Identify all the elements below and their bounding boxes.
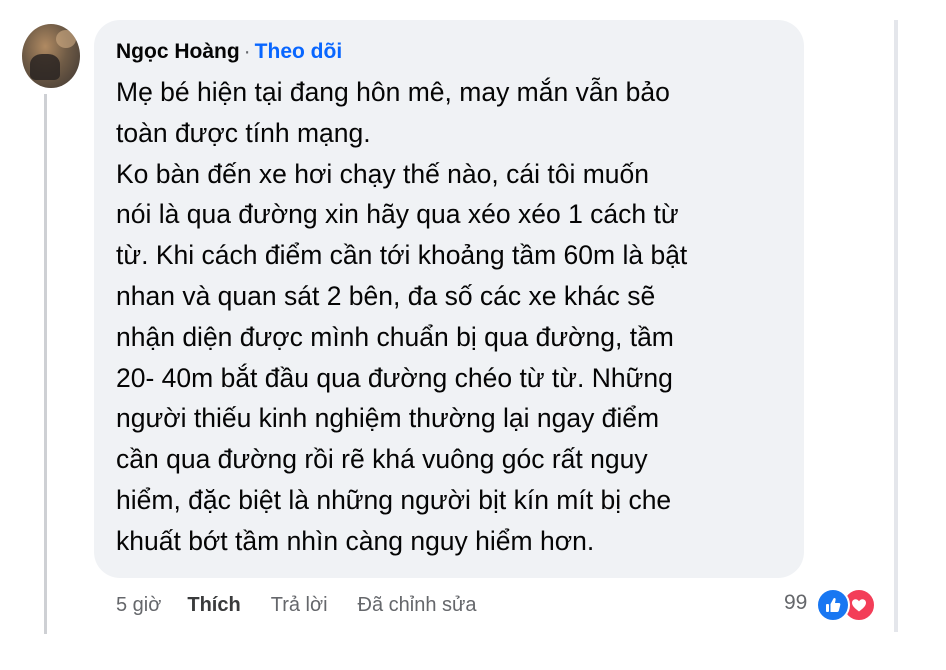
avatar[interactable] bbox=[22, 24, 80, 88]
comment-line: người thiếu kinh nghiệm thường lại ngay … bbox=[116, 403, 660, 434]
reply-button[interactable]: Trả lời bbox=[271, 591, 328, 619]
comment-line: hiểm, đặc biệt là những người bịt kín mí… bbox=[116, 484, 672, 515]
thread-line bbox=[44, 94, 47, 634]
avatar-highlight bbox=[56, 30, 76, 48]
header-separator: · bbox=[243, 40, 251, 63]
reaction-count: 99 bbox=[784, 591, 808, 614]
reaction-summary[interactable]: 99 bbox=[784, 588, 894, 622]
comment-line: toàn được tính mạng. bbox=[116, 117, 371, 148]
like-icon bbox=[816, 588, 850, 622]
timestamp-link[interactable]: 5 giờ bbox=[116, 591, 161, 619]
edited-label[interactable]: Đã chỉnh sửa bbox=[358, 591, 477, 619]
comment-header: Ngọc Hoàng · Theo dõi bbox=[116, 38, 342, 66]
comment-line: nhan và quan sát 2 bên, đa số các xe khá… bbox=[116, 280, 656, 311]
comment-line: nói là qua đường xin hãy qua xéo xéo 1 c… bbox=[116, 199, 679, 230]
avatar-figure bbox=[30, 54, 60, 80]
follow-button[interactable]: Theo dõi bbox=[255, 40, 343, 63]
comment-actions: 5 giờ Thích Trả lời Đã chỉnh sửa bbox=[116, 591, 503, 619]
comment-line: khuất bớt tầm nhìn càng nguy hiểm hơn. bbox=[116, 525, 595, 556]
comment-line: cần qua đường rồi rẽ khá vuông góc rất n… bbox=[116, 444, 648, 475]
comment-line: 20- 40m bắt đầu qua đường chéo từ từ. Nh… bbox=[116, 362, 673, 393]
scrollbar-track bbox=[894, 20, 898, 632]
author-name[interactable]: Ngọc Hoàng bbox=[116, 40, 240, 63]
like-button[interactable]: Thích bbox=[187, 591, 240, 619]
comment-line: Ko bàn đến xe hơi chạy thế nào, cái tôi … bbox=[116, 158, 650, 189]
comment-page: Ngọc Hoàng · Theo dõi Mẹ bé hiện tại đang … bbox=[0, 0, 946, 670]
comment-line: Mẹ bé hiện tại đang hôn mê, may mắn vẫn … bbox=[116, 77, 670, 107]
comment-line: nhận diện được mình chuẩn bị qua đường, … bbox=[116, 321, 674, 352]
comment-text: Mẹ bé hiện tại đang hôn mê, may mắn vẫn … bbox=[116, 72, 796, 562]
comment-line: từ. Khi cách điểm cần tới khoảng tầm 60m… bbox=[116, 240, 688, 271]
